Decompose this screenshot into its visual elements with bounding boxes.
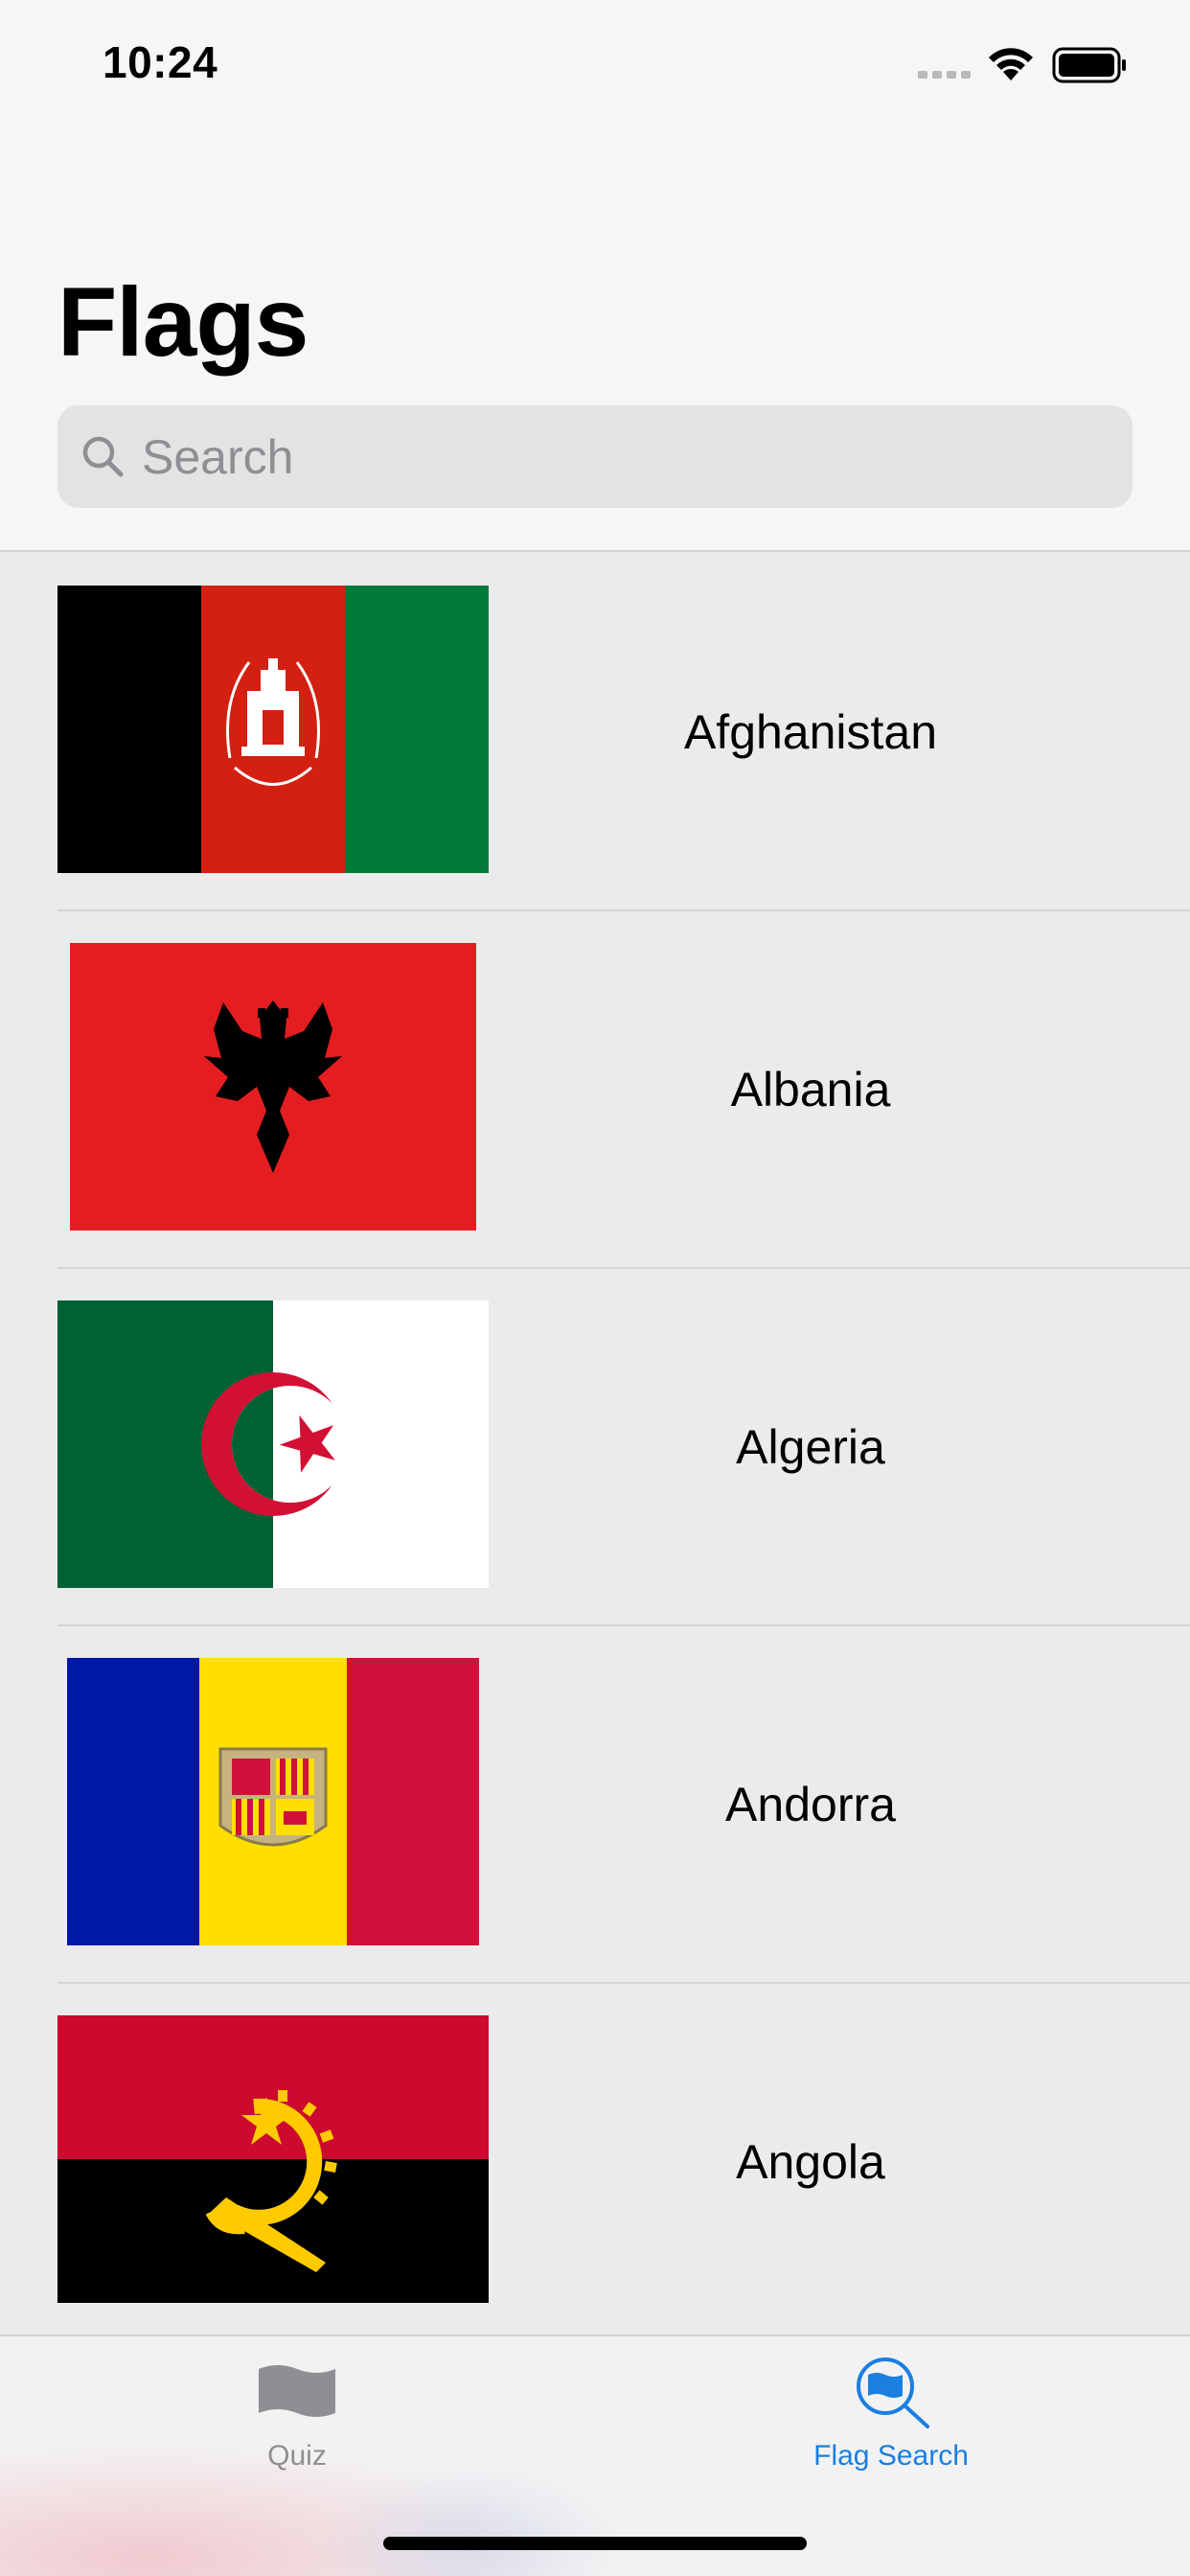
algeria-flag-image	[57, 1300, 489, 1588]
country-name: Andorra	[725, 1777, 896, 1831]
search-icon	[82, 436, 124, 477]
list-item-afghanistan[interactable]: Afghanistan	[0, 554, 1190, 911]
albania-flag-image	[70, 943, 476, 1230]
cellular-signal-icon	[918, 71, 971, 79]
country-name: Albania	[730, 1062, 891, 1116]
list-item-angola[interactable]: Angola	[0, 1984, 1190, 2341]
angola-flag-image	[57, 2015, 489, 2303]
tab-quiz[interactable]: Quiz	[153, 2336, 441, 2509]
flag-icon	[259, 2365, 335, 2417]
country-name: Afghanistan	[683, 704, 938, 759]
wifi-icon	[989, 48, 1033, 80]
tab-label: Quiz	[267, 2440, 327, 2472]
navigation-header: 10:24 Flags	[0, 0, 1190, 552]
home-indicator[interactable]	[383, 2537, 807, 2550]
tab-flag-search[interactable]: Flag Search	[747, 2336, 1035, 2509]
country-list: Afghanistan Albania Algeria Andorra Ango…	[0, 554, 1190, 2341]
search-input[interactable]	[142, 405, 1100, 508]
page-title: Flags	[57, 267, 309, 377]
list-item-algeria[interactable]: Algeria	[0, 1269, 1190, 1626]
search-bar[interactable]	[57, 405, 1133, 508]
country-name: Angola	[736, 2134, 885, 2189]
flag-search-icon	[857, 2358, 929, 2428]
tab-label: Flag Search	[813, 2440, 969, 2472]
list-item-albania[interactable]: Albania	[0, 911, 1190, 1269]
status-time: 10:24	[103, 37, 218, 87]
list-item-andorra[interactable]: Andorra	[0, 1626, 1190, 1984]
country-name: Algeria	[736, 1419, 885, 1474]
afghanistan-flag-image	[57, 586, 489, 873]
battery-icon	[1052, 47, 1126, 83]
andorra-flag-image	[67, 1658, 479, 1945]
